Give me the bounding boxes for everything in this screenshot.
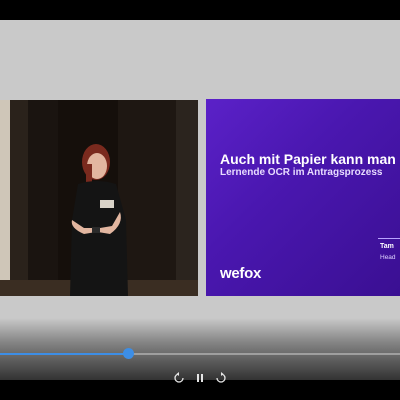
slide-subtitle: Lernende OCR im Antragsprozess [220,167,383,178]
rewind-icon [174,372,184,383]
forward-icon [216,372,226,383]
presentation-slide: Auch mit Papier kann man Lernende OCR im… [206,99,400,296]
rewind-button[interactable] [172,371,186,385]
slide-divider [378,238,400,239]
slide-title: Auch mit Papier kann man [220,151,396,167]
seek-progress [0,353,128,355]
seek-handle[interactable] [123,348,134,359]
speaker-video [0,100,198,296]
wefox-logo: wefox [220,265,262,282]
presenter-name: Tam [380,243,394,250]
pause-icon [197,374,203,382]
speaker-figure [70,144,128,296]
pause-button[interactable] [193,371,207,385]
presenter-role: Head [380,254,396,261]
video-player[interactable]: Auch mit Papier kann man Lernende OCR im… [0,0,400,400]
forward-button[interactable] [214,371,228,385]
